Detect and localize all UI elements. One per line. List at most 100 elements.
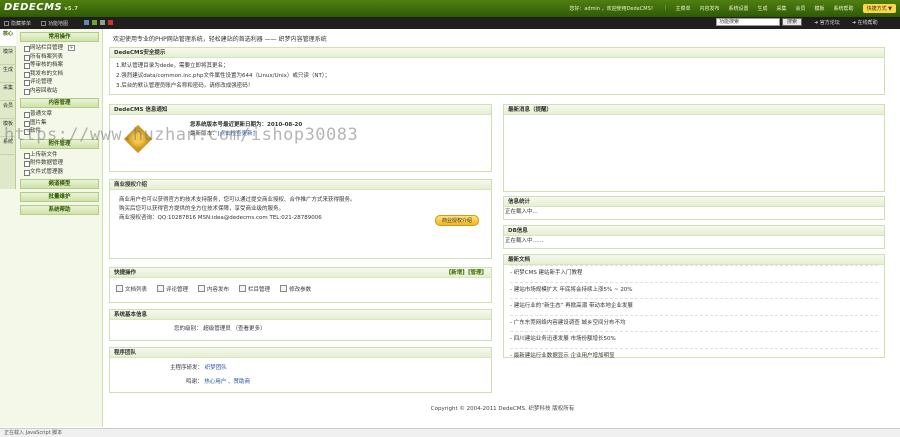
menu-item[interactable]: 所有档案列表 (24, 53, 102, 62)
help-link[interactable]: ➜ 在线帮助 (852, 19, 878, 26)
hide-menu-button[interactable]: 隐藏菜单 (4, 20, 31, 27)
info-panel: DedeCMS 信息通知 您系统版本号最近更新日期为：2010-08-20 最新… (109, 104, 492, 172)
business-panel: 商业授权介绍 商业用户也可以获得官方的技术支持服务，您可以通过提交商业授权、合作… (109, 179, 492, 259)
db-panel: DB信息 正在载入中…… (503, 225, 885, 249)
security-line: 3.后台的默认管理员账户名称和密码，请修改成强密码！ (116, 83, 254, 89)
menu-item[interactable]: 评论管理 (24, 78, 102, 87)
search-input[interactable]: 功能搜索 (716, 18, 780, 26)
doc-item[interactable]: - 最新建站行业数据显示 企业用户增加明显 (510, 347, 878, 365)
info-version: 您系统版本号最近更新日期为：2010-08-20 (190, 122, 303, 128)
db-loading: 正在载入中…… (505, 238, 544, 244)
info-latest: 最新版本： (190, 131, 218, 137)
status-bar: 正在载入 JavaScript 脚本 (0, 428, 900, 437)
quick-publish[interactable]: 内容发布 (198, 285, 229, 295)
welcome-text: 您好：admin ，欢迎使用DedeCMS！ (569, 6, 656, 12)
nav-publish[interactable]: 内容发布 (699, 5, 719, 13)
nav-main-menu[interactable]: 主菜单 (675, 5, 690, 13)
nav-collect[interactable]: 采集 (777, 5, 787, 13)
team-value[interactable]: 织梦团队 (205, 365, 227, 371)
menu-item[interactable]: 普通文章 (24, 110, 102, 119)
nav-help[interactable]: 系统帮助 (834, 5, 854, 13)
nav-settings[interactable]: 系统设置 (728, 5, 748, 13)
info-graphic (123, 124, 153, 154)
nav-template[interactable]: 模板 (815, 5, 825, 13)
tab-collect[interactable]: 采集 (0, 83, 16, 101)
info-title: DedeCMS 信息通知 (110, 105, 491, 115)
docs-title: 最新文档 (504, 255, 884, 265)
tab-template[interactable]: 模板 (0, 119, 16, 137)
section-content[interactable]: 内容管理 (20, 98, 99, 108)
section-channel[interactable]: 频道模型 (20, 179, 99, 189)
security-panel: DedeCMS安全提示 1.默认管理目录为dede，需要立即将其更名； 2.强烈… (109, 47, 885, 95)
docs-panel: 最新文档 - 织梦CMS 建站新手入门教程 - 建站市场规模扩大 年底将会持续上… (503, 254, 885, 359)
search-area: 功能搜索 搜索 ➜ 官方论坛 ➜ 在线帮助 (716, 18, 878, 26)
tab-core[interactable]: 核心 (0, 29, 16, 47)
section-help[interactable]: 系统帮助 (20, 205, 99, 215)
stats-title: 信息统计 (504, 197, 884, 207)
footer: Copyright © 2004-2011 DedeCMS. 织梦科技 版权所有 (430, 406, 575, 412)
doc-item[interactable]: - 四川建站业务迅速发展 市场份额增长50% (510, 331, 878, 348)
quick-columns[interactable]: 栏目管理 (239, 285, 270, 295)
sysinfo-title: 系统基本信息 (110, 310, 491, 320)
business-intro-button[interactable]: 商业授权介绍 (434, 215, 479, 226)
quick-doc-list[interactable]: 文档列表 (116, 285, 147, 295)
db-title: DB信息 (504, 226, 884, 236)
sysinfo-label: 您的级别： (174, 326, 202, 332)
menu-item[interactable]: 内容回收站 (24, 87, 102, 96)
function-map-button[interactable]: 功能地图 (41, 20, 68, 27)
map-icon (41, 21, 47, 26)
check-update-link[interactable]: [点击检查更新] (218, 131, 255, 137)
top-nav: 您好：admin ，欢迎使用DedeCMS！ | 主菜单 内容发布 系统设置 生… (569, 4, 896, 13)
tab-system[interactable]: 系统 (0, 137, 16, 155)
forum-link[interactable]: ➜ 官方论坛 (814, 19, 840, 26)
menu-item[interactable]: 等审核的档案 (24, 61, 102, 70)
quick-menu-button[interactable]: 快捷方式 ▼ (862, 4, 896, 13)
menu-item[interactable]: 网站栏目管理 (24, 44, 102, 53)
quick-manage-links[interactable]: 【新增】【管理】 (446, 268, 487, 278)
quick-title: 快捷操作 【新增】【管理】 (110, 268, 491, 278)
business-title: 商业授权介绍 (110, 180, 491, 190)
menu-item[interactable]: 文件式管理器 (24, 168, 102, 177)
hide-menu-icon (4, 21, 9, 26)
nav-member[interactable]: 会员 (796, 5, 806, 13)
quick-params[interactable]: 修改参数 (280, 285, 311, 295)
tab-generate[interactable]: 生成 (0, 65, 16, 83)
security-title: DedeCMS安全提示 (110, 48, 884, 58)
top-bar: DEDECMS v5.7 您好：admin ，欢迎使用DedeCMS！ | 主菜单… (0, 0, 900, 17)
security-line: 2.强烈建议data/common.inc.php文件属性设置为644（Linu… (116, 73, 331, 79)
doc-item[interactable]: - 建站市场规模扩大 年底将会持续上涨5% ~ 20% (510, 281, 878, 299)
nav-generate[interactable]: 生成 (757, 5, 767, 13)
section-attachment[interactable]: 附件管理 (20, 138, 99, 149)
search-button[interactable]: 搜索 (782, 18, 803, 26)
tab-member[interactable]: 会员 (0, 101, 16, 119)
business-line: 商业用户也可以获得官方的技术支持服务，您可以通过提交商业授权、合作推广方式来获得… (119, 197, 356, 203)
menu-item[interactable]: 我发布的文档 (24, 70, 102, 79)
doc-item[interactable]: - 建站行业的“新生态” 再掀高潮 带动本地企业发展 (510, 298, 878, 315)
news-title: 最新消息（提醒） (504, 105, 884, 115)
quick-comments[interactable]: 评论管理 (157, 285, 188, 295)
page-title: 欢迎使用专业的PHP网站管理系统，轻松建站的首选利器 —— 织梦内容管理系统 (113, 36, 327, 43)
section-common[interactable]: 常用操作 (20, 32, 99, 42)
team-title: 程序团队 (110, 348, 491, 358)
tab-module[interactable]: 模块 (0, 47, 16, 65)
menu-item[interactable]: 上传新文件 (24, 151, 102, 160)
sysinfo-value: 超级管理员 （查看更多） (203, 326, 266, 332)
business-line: 商业授权咨询：QQ:10287816 MSN:idea@dedecms.com … (119, 215, 322, 221)
add-column-icon[interactable]: + (68, 45, 75, 51)
section-batch[interactable]: 批量维护 (20, 192, 99, 202)
team-value[interactable]: 热心用户 、赞助商 (204, 379, 250, 385)
stats-panel: 信息统计 正在载入中... (503, 196, 885, 220)
business-line: 购买后您可以获得官方提供的全方位技术保障，享受商业级的服务。 (119, 206, 285, 212)
menu-item[interactable]: 软件 (24, 127, 102, 136)
menu-item[interactable]: 图片集 (24, 119, 102, 128)
doc-item[interactable]: - 广东东莞网络内容建设调查 城乡空间分布不均 (510, 314, 878, 332)
menu-item[interactable]: 附件数据管理 (24, 159, 102, 168)
team-label: 主程序研发： (170, 365, 204, 371)
skin-switcher[interactable] (84, 20, 113, 25)
news-panel: 最新消息（提醒） (503, 104, 885, 192)
stats-loading: 正在载入中... (505, 209, 538, 215)
logo: DEDECMS v5.7 (4, 2, 79, 13)
team-panel: 程序团队 主程序研发： 织梦团队 鸣谢： 热心用户 、赞助商 (109, 347, 492, 393)
vertical-tabs: 核心 模块 生成 采集 会员 模板 系统 (0, 29, 16, 189)
doc-item[interactable]: - 织梦CMS 建站新手入门教程 (510, 265, 878, 282)
